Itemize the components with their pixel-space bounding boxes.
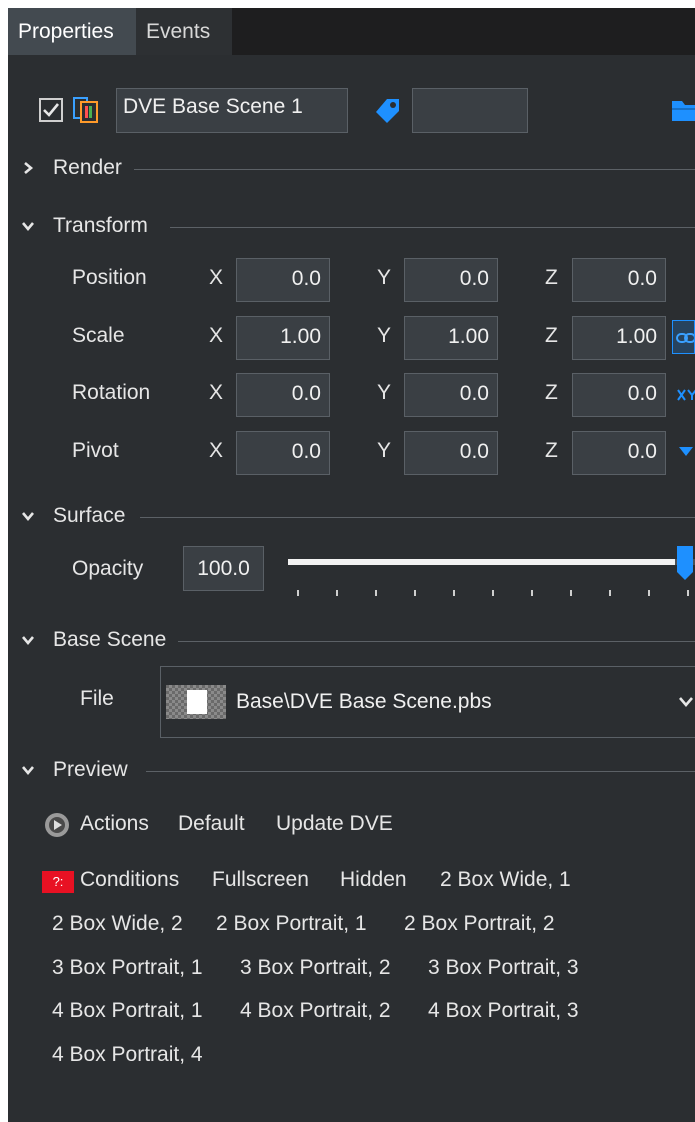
condition-item[interactable]: 4 Box Portrait, 1 (52, 999, 203, 1023)
object-name-input[interactable]: DVE Base Scene 1 (116, 88, 348, 133)
rotation-x-input[interactable]: 0.0 (236, 373, 330, 417)
section-transform-header[interactable]: Transform (8, 214, 695, 244)
enabled-checkbox[interactable] (39, 98, 63, 122)
pivot-z-label: Z (545, 439, 558, 462)
condition-item[interactable]: 4 Box Portrait, 3 (428, 999, 579, 1023)
pivot-y-label: Y (377, 439, 392, 462)
position-label: Position (72, 266, 147, 289)
condition-item[interactable]: 2 Box Portrait, 2 (404, 912, 555, 936)
section-divider (178, 641, 695, 642)
file-thumbnail (166, 685, 226, 719)
section-preview-header[interactable]: Preview (8, 758, 695, 788)
object-name-text: DVE Base Scene 1 (123, 95, 303, 118)
checkbox-icon (43, 103, 60, 117)
slider-thumb[interactable] (675, 544, 695, 582)
properties-panel: Properties Events DVE Base Scene 1 Rende… (8, 8, 695, 1122)
opacity-input[interactable]: 100.0 (183, 546, 264, 591)
xy-icon[interactable] (676, 382, 695, 408)
pivot-x-label: X (209, 439, 224, 462)
section-divider (134, 169, 695, 170)
folder-icon[interactable] (670, 96, 695, 124)
pivot-label: Pivot (72, 439, 119, 462)
section-surface-header[interactable]: Surface (8, 504, 695, 534)
section-divider (140, 517, 695, 518)
condition-item[interactable]: 4 Box Portrait, 4 (52, 1043, 203, 1067)
pivot-x-input[interactable]: 0.0 (236, 431, 330, 475)
condition-item[interactable]: 2 Box Wide, 1 (440, 868, 571, 892)
condition-item[interactable]: Fullscreen (212, 868, 309, 892)
scale-y-input[interactable]: 1.00 (404, 316, 498, 360)
thumbnail-preview (187, 690, 207, 714)
tab-properties[interactable]: Properties (8, 8, 136, 55)
opacity-slider[interactable] (288, 540, 695, 600)
scale-y-label: Y (377, 324, 392, 347)
position-z-input[interactable]: 0.0 (572, 258, 666, 302)
pivot-z-input[interactable]: 0.0 (572, 431, 666, 475)
section-base-scene-header[interactable]: Base Scene (8, 628, 695, 658)
condition-item[interactable]: 3 Box Portrait, 3 (428, 956, 579, 980)
section-render-header[interactable]: Render (8, 156, 695, 186)
position-x-label: X (209, 266, 224, 289)
section-divider (146, 771, 695, 772)
rotation-y-label: Y (377, 381, 392, 404)
tag-icon[interactable] (373, 96, 403, 126)
conditions-label: Conditions (80, 868, 180, 891)
position-y-label: Y (377, 266, 392, 289)
tab-events[interactable]: Events (136, 8, 232, 55)
tab-bar: Properties Events (8, 8, 695, 55)
condition-item[interactable]: 3 Box Portrait, 1 (52, 956, 203, 980)
section-transform-title: Transform (53, 214, 148, 237)
chevron-down-icon (22, 766, 34, 776)
condition-item[interactable]: 3 Box Portrait, 2 (240, 956, 391, 980)
chevron-down-icon (679, 697, 693, 707)
condition-item[interactable]: Hidden (340, 868, 407, 892)
actions-icon (42, 810, 72, 840)
scene-file-icon (72, 95, 104, 125)
link-icon (676, 333, 694, 343)
link-scale-toggle[interactable] (672, 320, 695, 354)
rotation-label: Rotation (72, 381, 151, 404)
section-surface-title: Surface (53, 504, 126, 527)
chevron-down-icon (22, 222, 34, 232)
condition-item[interactable]: 4 Box Portrait, 2 (240, 999, 391, 1023)
file-dropdown[interactable]: Base\DVE Base Scene.pbs (160, 666, 695, 738)
chevron-down-icon (22, 512, 34, 522)
scale-x-label: X (209, 324, 224, 347)
file-value: Base\DVE Base Scene.pbs (236, 690, 492, 713)
file-label: File (80, 687, 114, 710)
tag-input[interactable] (412, 88, 528, 133)
slider-ticks (297, 590, 689, 596)
conditions-badge-icon: ?: (42, 871, 74, 893)
section-preview-title: Preview (53, 758, 128, 781)
slider-fill (288, 559, 675, 565)
scale-z-input[interactable]: 1.00 (572, 316, 666, 360)
position-y-input[interactable]: 0.0 (404, 258, 498, 302)
rotation-y-input[interactable]: 0.0 (404, 373, 498, 417)
scale-x-input[interactable]: 1.00 (236, 316, 330, 360)
chevron-down-icon (22, 636, 34, 646)
position-x-input[interactable]: 0.0 (236, 258, 330, 302)
action-update-dve[interactable]: Update DVE (276, 812, 393, 836)
section-divider (170, 227, 695, 228)
opacity-label: Opacity (72, 557, 144, 580)
scale-label: Scale (72, 324, 125, 347)
rotation-x-label: X (209, 381, 224, 404)
rotation-z-input[interactable]: 0.0 (572, 373, 666, 417)
section-render-title: Render (53, 156, 122, 179)
condition-item[interactable]: 2 Box Portrait, 1 (216, 912, 367, 936)
actions-label: Actions (80, 812, 149, 835)
scale-z-label: Z (545, 324, 558, 347)
condition-item[interactable]: 2 Box Wide, 2 (52, 912, 183, 936)
pivot-arrow-icon[interactable] (678, 442, 695, 462)
position-z-label: Z (545, 266, 558, 289)
section-base-scene-title: Base Scene (53, 628, 167, 651)
chevron-right-icon (24, 162, 34, 174)
action-default[interactable]: Default (178, 812, 245, 836)
pivot-y-input[interactable]: 0.0 (404, 431, 498, 475)
rotation-z-label: Z (545, 381, 558, 404)
